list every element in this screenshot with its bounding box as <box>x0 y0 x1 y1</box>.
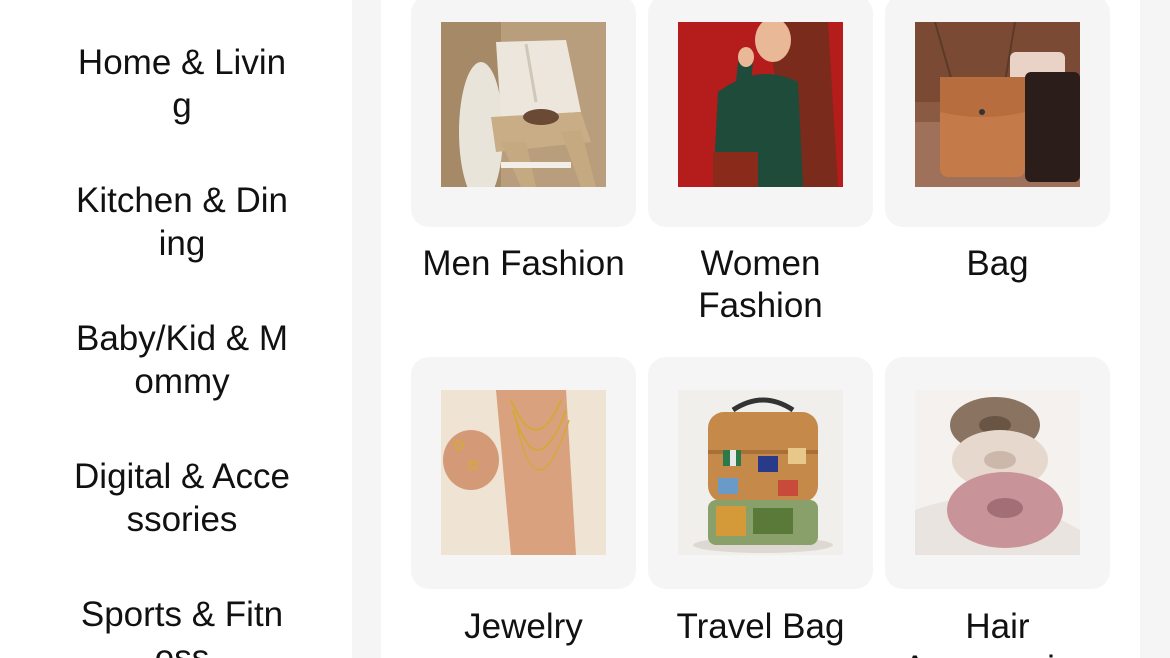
women-fashion-image <box>678 22 843 187</box>
sidebar-item-sports-fitness[interactable]: Sports & Fitness <box>0 593 352 658</box>
hair-accessories-image <box>915 390 1080 555</box>
category-tile-travel-bag[interactable] <box>648 357 873 589</box>
category-tile-women-fashion[interactable] <box>648 0 873 227</box>
sidebar-item-digital-accessories[interactable]: Digital & Accessories <box>0 455 352 541</box>
travel-bag-image <box>678 390 843 555</box>
category-tile-jewelry[interactable] <box>411 357 636 589</box>
category-label-jewelry[interactable]: Jewelry <box>405 606 642 648</box>
category-label-men-fashion[interactable]: Men Fashion <box>405 243 642 285</box>
sidebar-item-kitchen-dining[interactable]: Kitchen & Dining <box>0 179 352 265</box>
sidebar-item-home-living[interactable]: Home & Living <box>0 41 352 127</box>
category-tile-men-fashion[interactable] <box>411 0 636 227</box>
category-label-hair-accessories[interactable]: Hair Accessories <box>879 606 1116 658</box>
jewelry-image <box>441 390 606 555</box>
sidebar-item-baby-kid-mommy[interactable]: Baby/Kid & Mommy <box>0 317 352 403</box>
category-label-bag[interactable]: Bag <box>879 243 1116 285</box>
category-label-women-fashion[interactable]: Women Fashion <box>642 243 879 327</box>
men-fashion-image <box>441 22 606 187</box>
category-label-travel-bag[interactable]: Travel Bag <box>642 606 879 648</box>
category-tile-bag[interactable] <box>885 0 1110 227</box>
bag-image <box>915 22 1080 187</box>
category-tile-hair-accessories[interactable] <box>885 357 1110 589</box>
category-sidebar: Home & Living Kitchen & Dining Baby/Kid … <box>0 0 352 658</box>
subcategory-grid: Men Fashion Women Fashion Bag Jewelry Tr… <box>381 0 1140 658</box>
